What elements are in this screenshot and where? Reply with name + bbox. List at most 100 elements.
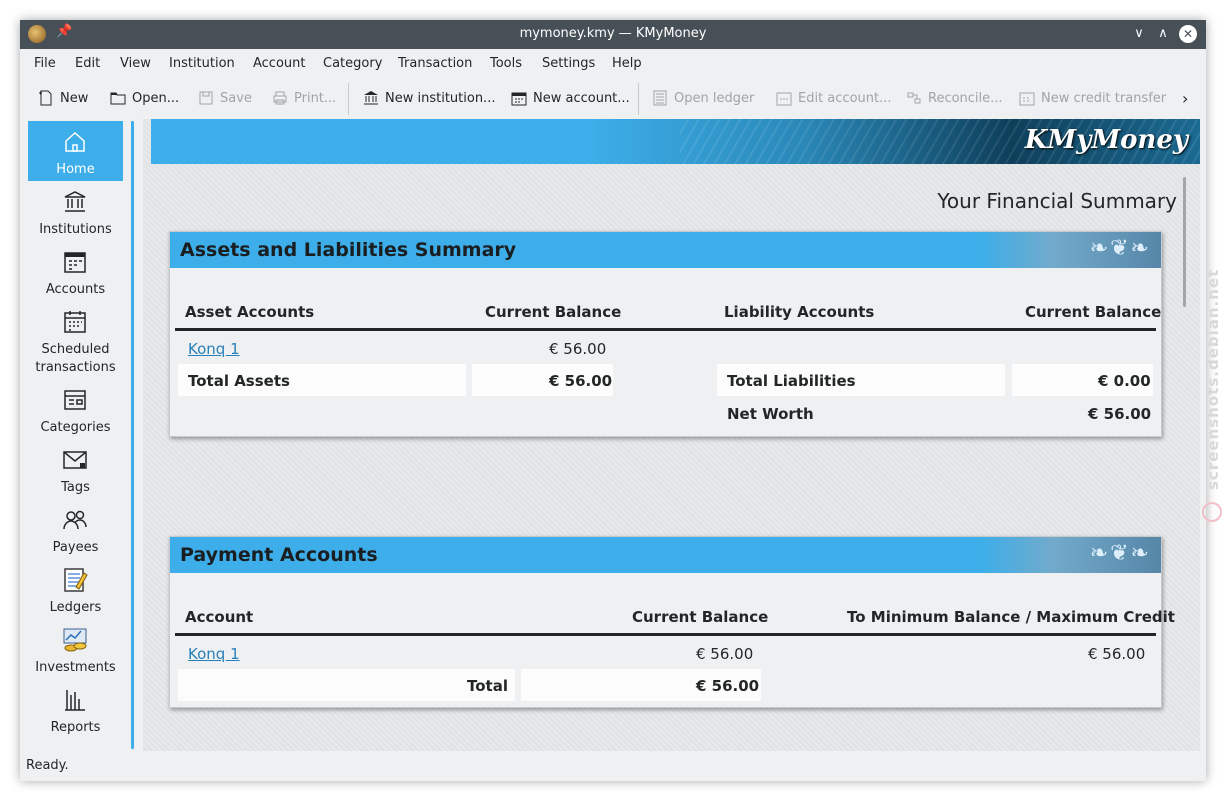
menu-category[interactable]: Category (323, 56, 382, 71)
close-button[interactable]: ✕ (1179, 25, 1197, 43)
minimize-button[interactable]: ∨ (1130, 25, 1148, 43)
menu-account[interactable]: Account (253, 56, 306, 71)
panel-title: Payment Accounts (180, 544, 378, 566)
new-credit-transfer-button[interactable]: New credit transfer (1019, 88, 1166, 108)
column-header-account: Account (185, 608, 254, 626)
print-label: Print... (294, 90, 337, 106)
sidebar-label-scheduled-transactions: Scheduled transactions (35, 342, 116, 375)
total-label-cell (178, 669, 515, 701)
new-credit-transfer-label: New credit transfer (1041, 90, 1167, 106)
new-account-button[interactable]: New account... (511, 88, 630, 108)
total-liabilities-value: € 0.00 (1098, 372, 1151, 390)
menu-view[interactable]: View (120, 56, 151, 71)
sidebar-label-reports: Reports (50, 720, 101, 735)
net-worth-value: € 56.00 (1088, 405, 1152, 423)
column-header-asset-accounts: Asset Accounts (185, 303, 315, 321)
total-assets-value: € 56.00 (549, 372, 613, 390)
header-banner: KMyMoney (151, 119, 1200, 164)
sidebar-item-categories[interactable]: Categories (28, 379, 123, 439)
edit-account-icon (776, 92, 792, 106)
menu-transaction[interactable]: Transaction (398, 56, 472, 71)
print-button[interactable]: Print... (272, 88, 336, 108)
header-rule (175, 633, 1156, 636)
calendar-icon (64, 311, 86, 333)
ledger-icon (64, 568, 88, 592)
ornament-decoration: ❧❦❧ (981, 537, 1161, 573)
edit-account-button[interactable]: Edit account... (776, 88, 892, 108)
content-scrollbar[interactable] (1183, 177, 1186, 307)
toolbar-overflow-chevron-icon[interactable]: › (1182, 88, 1188, 108)
sidebar: Home Institutions Accounts Scheduled tra… (28, 121, 123, 751)
asset-account-link[interactable]: Konq 1 (188, 340, 240, 358)
menu-institution[interactable]: Institution (169, 56, 235, 71)
open-ledger-label: Open ledger (674, 90, 755, 106)
watermark-text: screenshots.debian.net (1204, 268, 1222, 490)
sidebar-item-reports[interactable]: Reports (28, 679, 123, 739)
menu-settings[interactable]: Settings (542, 56, 595, 71)
sidebar-item-home[interactable]: Home (28, 121, 123, 181)
column-header-current-balance: Current Balance (632, 608, 769, 626)
payees-icon (63, 510, 87, 530)
sidebar-item-accounts[interactable]: Accounts (28, 241, 123, 301)
home-icon (65, 131, 85, 152)
menu-help[interactable]: Help (612, 56, 642, 71)
toolbar-separator (348, 83, 349, 115)
status-bar: Ready. (26, 758, 69, 773)
credit-transfer-icon (1019, 92, 1035, 106)
menu-bar: File Edit View Institution Account Categ… (20, 49, 1206, 79)
institution-icon (64, 191, 86, 212)
panel-header: ❧❦❧ Payment Accounts (170, 537, 1161, 573)
reconcile-icon (907, 92, 921, 104)
menu-edit[interactable]: Edit (75, 56, 100, 71)
main-window: 📌 mymoney.kmy — KMyMoney ∨ ∧ ✕ File Edit… (20, 20, 1206, 781)
sidebar-item-institutions[interactable]: Institutions (28, 181, 123, 241)
sidebar-item-payees[interactable]: Payees (28, 499, 123, 559)
page-title: Your Financial Summary (937, 189, 1177, 213)
payment-total-value: € 56.00 (696, 677, 760, 695)
new-institution-button[interactable]: New institution... (363, 88, 495, 108)
payment-account-link[interactable]: Konq 1 (188, 645, 240, 663)
open-button[interactable]: Open... (110, 88, 179, 108)
sidebar-label-investments: Investments (35, 660, 116, 675)
column-header-liability-accounts: Liability Accounts (724, 303, 875, 321)
net-worth-label: Net Worth (727, 405, 814, 423)
maximize-button[interactable]: ∧ (1154, 25, 1172, 43)
column-header-min-balance: To Minimum Balance / Maximum Credit (847, 608, 1175, 626)
payment-total-label: Total (467, 677, 508, 695)
column-header-current-balance: Current Balance (485, 303, 622, 321)
sidebar-item-ledgers[interactable]: Ledgers (28, 559, 123, 619)
reconcile-label: Reconcile... (928, 90, 1003, 106)
categories-icon (64, 390, 86, 410)
menu-tools[interactable]: Tools (490, 56, 522, 71)
sidebar-label-accounts: Accounts (45, 282, 106, 297)
menu-file[interactable]: File (34, 56, 56, 71)
sidebar-item-tags[interactable]: Tags (28, 439, 123, 499)
account-calendar-icon (511, 92, 527, 106)
payment-accounts-panel: ❧❦❧ Payment Accounts Account Current Bal… (169, 536, 1175, 708)
sidebar-label-payees: Payees (52, 540, 99, 555)
institution-icon (364, 91, 378, 105)
assets-liabilities-panel: ❧❦❧ Assets and Liabilities Summary Asset… (169, 231, 1162, 437)
title-bar: 📌 mymoney.kmy — KMyMoney ∨ ∧ ✕ (20, 20, 1206, 49)
total-assets-label: Total Assets (188, 372, 290, 390)
payment-account-to-min: € 56.00 (1088, 645, 1146, 663)
home-view: KMyMoney Your Financial Summary ❧❦❧ Asse… (143, 119, 1200, 751)
open-ledger-button[interactable]: Open ledger (652, 88, 754, 108)
new-institution-label: New institution... (385, 90, 496, 106)
reports-icon (65, 690, 85, 711)
save-button[interactable]: Save (198, 88, 252, 108)
sidebar-scrollbar[interactable] (131, 121, 134, 749)
new-label: New (60, 90, 89, 106)
printer-icon (273, 91, 287, 105)
sidebar-item-investments[interactable]: Investments (28, 619, 123, 679)
panel-header: ❧❦❧ Assets and Liabilities Summary (170, 232, 1161, 268)
folder-icon (110, 92, 126, 105)
reconcile-button[interactable]: Reconcile... (906, 88, 1003, 108)
new-button[interactable]: New (38, 88, 88, 108)
window-title: mymoney.kmy — KMyMoney (519, 26, 707, 41)
save-label: Save (220, 90, 252, 106)
edit-account-label: Edit account... (798, 90, 892, 106)
sidebar-item-scheduled-transactions[interactable]: Scheduled transactions (28, 301, 123, 379)
new-account-label: New account... (533, 90, 630, 106)
sidebar-label-ledgers: Ledgers (49, 600, 102, 615)
